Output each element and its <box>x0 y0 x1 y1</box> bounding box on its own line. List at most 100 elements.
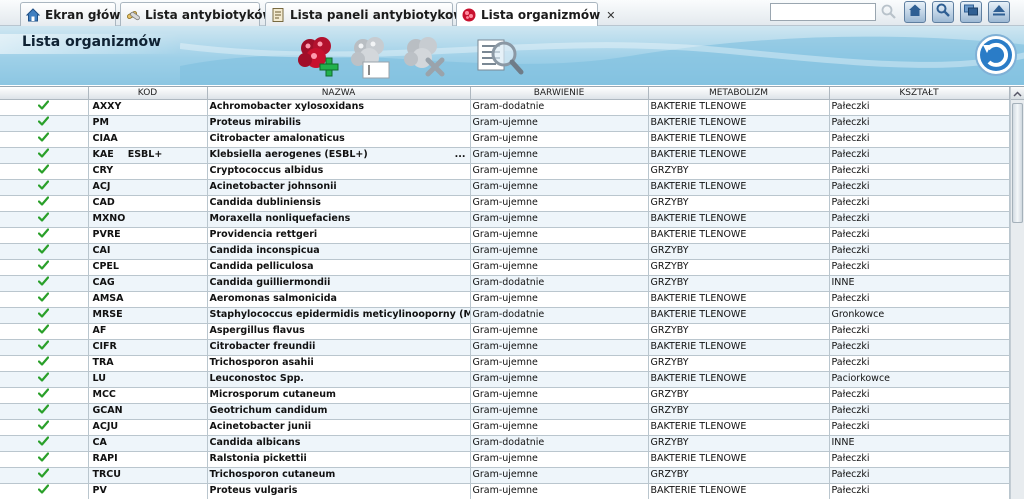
close-icon[interactable]: ✕ <box>606 9 615 22</box>
checkmark-icon <box>38 355 50 369</box>
nazwa-value: Geotrichum candidum <box>209 405 328 416</box>
table-row[interactable]: CIAA Citrobacter amalonaticus Gram-ujemne B… <box>0 131 1010 148</box>
kod-value: MXNO <box>92 213 126 224</box>
refresh-button[interactable] <box>974 32 1018 78</box>
scroll-thumb[interactable] <box>1012 103 1023 223</box>
kod-cell: KAE ESBL+ <box>88 147 208 164</box>
metabolizm-cell: BAKTERIE TLENOWE <box>648 371 830 388</box>
table-row[interactable]: MRSE Staphylococcus epidermidis meticylin… <box>0 307 1010 324</box>
active-cell[interactable] <box>0 419 89 436</box>
table-row[interactable]: LU Leuconostoc Spp. Gram-ujemne BAKTERIE TL… <box>0 371 1010 388</box>
table-row[interactable]: AF Aspergillus flavus Gram-ujemne GRZYBY Pał… <box>0 323 1010 340</box>
table-row[interactable]: CPEL Candida pelliculosa Gram-ujemne GRZYBY… <box>0 259 1010 276</box>
table-row[interactable]: PM Proteus mirabilis Gram-ujemne BAKTERIE T… <box>0 115 1010 132</box>
nazwa-cell: Candida albicans <box>207 435 471 452</box>
nazwa-value: Proteus mirabilis <box>209 117 301 128</box>
checkmark-icon <box>38 131 50 145</box>
metabolizm-cell: BAKTERIE TLENOWE <box>648 179 830 196</box>
search-button[interactable] <box>932 1 954 23</box>
active-cell[interactable] <box>0 467 89 484</box>
active-cell[interactable] <box>0 259 89 276</box>
kod-cell: AF <box>88 323 208 340</box>
column-header-check[interactable] <box>0 87 89 100</box>
active-cell[interactable] <box>0 227 89 244</box>
checkmark-icon <box>38 275 50 289</box>
table-row[interactable]: AMSA Aeromonas salmonicida Gram-ujemne BAKT… <box>0 291 1010 308</box>
tab-antibiotic-panels[interactable]: Lista paneli antybiotykowych ✕ <box>265 2 503 26</box>
table-row[interactable]: CIFR Citrobacter freundii Gram-ujemne BAKTE… <box>0 339 1010 356</box>
table-row[interactable]: RAPI Ralstonia pickettii Gram-ujemne BAKTER… <box>0 451 1010 468</box>
table-row[interactable]: PV Proteus vulgaris Gram-ujemne BAKTERIE TL… <box>0 483 1010 499</box>
search-list-button[interactable] <box>474 32 526 82</box>
scroll-up-button[interactable] <box>1011 87 1024 100</box>
table-row[interactable]: KAE ESBL+ Klebsiella aerogenes (ESBL+)... G… <box>0 147 1010 164</box>
active-cell[interactable] <box>0 179 89 196</box>
table-row[interactable]: CA Candida albicans Gram-dodatnie GRZYBY INN… <box>0 435 1010 452</box>
edit-organism-button[interactable] <box>345 32 397 82</box>
add-organism-icon <box>292 37 344 85</box>
table-row[interactable]: CAI Candida inconspicua Gram-ujemne GRZYBY P… <box>0 243 1010 260</box>
table-row[interactable]: CAG Candida guilliermondii Gram-dodatnie GR… <box>0 275 1010 292</box>
column-header-kod[interactable]: KOD <box>88 87 208 100</box>
active-cell[interactable] <box>0 115 89 132</box>
active-cell[interactable] <box>0 291 89 308</box>
search-icon[interactable] <box>880 3 898 21</box>
nazwa-cell: Geotrichum candidum <box>207 403 471 420</box>
table-row[interactable]: AXXY Achromobacter xylosoxidans Gram-dodat… <box>0 99 1010 116</box>
delete-organism-button[interactable] <box>398 32 450 82</box>
metabolizm-cell: GRZYBY <box>648 467 830 484</box>
more-indicator[interactable]: ... <box>455 148 466 162</box>
column-header-metabolizm[interactable]: METABOLIZM <box>648 87 830 100</box>
table-row[interactable]: ACJ Acinetobacter johnsonii Gram-ujemne BAK… <box>0 179 1010 196</box>
vertical-scrollbar[interactable] <box>1010 87 1024 499</box>
home-button[interactable] <box>904 1 926 23</box>
active-cell[interactable] <box>0 387 89 404</box>
table-row[interactable]: PVRE Providencia rettgeri Gram-ujemne BAKTE… <box>0 227 1010 244</box>
search-input[interactable] <box>770 3 876 21</box>
column-header-barwienie[interactable]: BARWIENIE <box>470 87 649 100</box>
ksztalt-cell: Pałeczki <box>829 211 1010 228</box>
tab-antibiotics[interactable]: Lista antybiotyków ✕ <box>120 2 289 26</box>
column-header-nazwa[interactable]: NAZWA <box>207 87 471 100</box>
eject-button[interactable] <box>988 1 1010 23</box>
table-row[interactable]: TRA Trichosporon asahii Gram-ujemne GRZYBY P… <box>0 355 1010 372</box>
table-row[interactable]: ACJU Acinetobacter junii Gram-ujemne BAKTER… <box>0 419 1010 436</box>
barwienie-cell: Gram-ujemne <box>470 211 649 228</box>
add-organism-button[interactable] <box>292 32 344 82</box>
table-row[interactable]: GCAN Geotrichum candidum Gram-ujemne GRZYBY… <box>0 403 1010 420</box>
active-cell[interactable] <box>0 483 89 499</box>
active-cell[interactable] <box>0 147 89 164</box>
kod-cell: RAPI <box>88 451 208 468</box>
ksztalt-cell: Pałeczki <box>829 355 1010 372</box>
kod-cell: CIAA <box>88 131 208 148</box>
active-cell[interactable] <box>0 451 89 468</box>
active-cell[interactable] <box>0 403 89 420</box>
active-cell[interactable] <box>0 371 89 388</box>
tab-organisms[interactable]: Lista organizmów ✕ <box>456 2 615 27</box>
table-row[interactable]: CRY Cryptococcus albidus Gram-ujemne GRZYBY… <box>0 163 1010 180</box>
table-row[interactable]: MXNO Moraxella nonliquefaciens Gram-ujemne… <box>0 211 1010 228</box>
active-cell[interactable] <box>0 307 89 324</box>
tab-home[interactable]: Ekran główny <box>20 2 137 26</box>
active-cell[interactable] <box>0 435 89 452</box>
table-row[interactable]: TRCU Trichosporon cutaneum Gram-ujemne GRZY… <box>0 467 1010 484</box>
active-cell[interactable] <box>0 131 89 148</box>
table-row[interactable]: MCC Microsporum cutaneum Gram-ujemne GRZYBY… <box>0 387 1010 404</box>
active-cell[interactable] <box>0 211 89 228</box>
nazwa-value: Staphylococcus epidermidis meticylinoopo… <box>209 309 470 320</box>
column-header-ksztalt[interactable]: KSZTAŁT <box>829 87 1010 100</box>
windows-button[interactable] <box>960 1 982 23</box>
ksztalt-cell: Pałeczki <box>829 179 1010 196</box>
active-cell[interactable] <box>0 99 89 116</box>
table-row[interactable]: CAD Candida dubliniensis Gram-ujemne GRZYBY… <box>0 195 1010 212</box>
active-cell[interactable] <box>0 323 89 340</box>
ksztalt-cell: Pałeczki <box>829 259 1010 276</box>
active-cell[interactable] <box>0 243 89 260</box>
active-cell[interactable] <box>0 275 89 292</box>
active-cell[interactable] <box>0 355 89 372</box>
active-cell[interactable] <box>0 195 89 212</box>
nazwa-value: Trichosporon asahii <box>209 357 314 368</box>
refresh-icon <box>974 34 1018 82</box>
active-cell[interactable] <box>0 163 89 180</box>
active-cell[interactable] <box>0 339 89 356</box>
